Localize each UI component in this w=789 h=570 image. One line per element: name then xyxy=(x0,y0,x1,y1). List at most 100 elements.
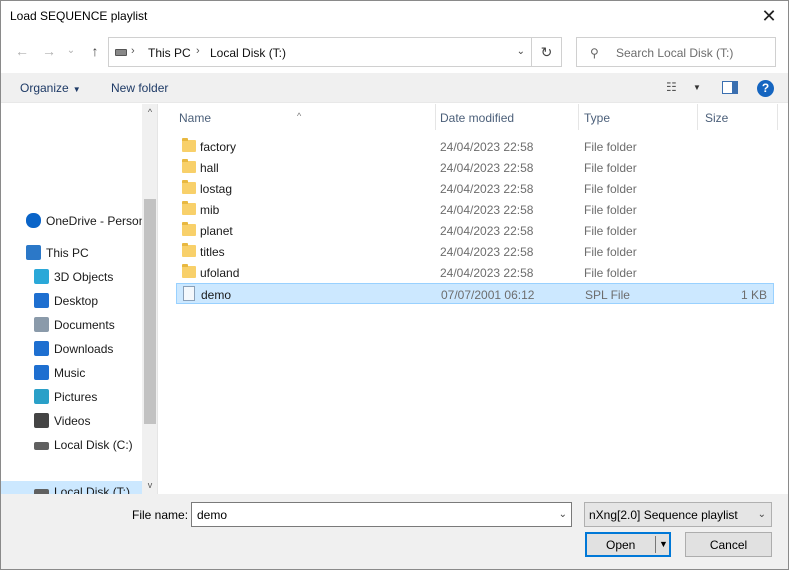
view-caret-icon[interactable]: ▼ xyxy=(693,83,701,92)
file-date-cell: 24/04/2023 22:58 xyxy=(440,182,534,196)
column-size-label: Size xyxy=(705,111,729,125)
column-header-name[interactable]: Name ^ xyxy=(159,104,436,130)
refresh-button[interactable]: ↻ xyxy=(532,37,562,67)
file-type-cell: File folder xyxy=(584,203,637,217)
file-date-cell: 24/04/2023 22:58 xyxy=(440,161,534,175)
sidebar-item-label: Music xyxy=(54,366,86,380)
search-input[interactable]: ⚲ Search Local Disk (T:) xyxy=(576,37,776,67)
file-row[interactable]: factory 24/04/2023 22:58 File folder xyxy=(176,136,774,157)
file-icon xyxy=(183,286,195,301)
file-name-cell: planet xyxy=(200,224,233,238)
file-row[interactable]: hall 24/04/2023 22:58 File folder xyxy=(176,157,774,178)
file-date-cell: 24/04/2023 22:58 xyxy=(440,140,534,154)
drive-icon xyxy=(115,49,127,56)
sidebar-item-label: Pictures xyxy=(54,390,98,404)
up-button[interactable]: ↑ xyxy=(86,42,104,60)
file-type-cell: File folder xyxy=(584,161,637,175)
sidebar-item[interactable]: Pictures xyxy=(1,386,142,408)
sidebar-item[interactable]: Desktop xyxy=(1,290,142,312)
forward-button[interactable]: → xyxy=(40,42,58,60)
file-name-label: File name: xyxy=(132,508,189,522)
file-list: Name ^ Date modified Type Size factory 24… xyxy=(159,104,788,494)
scroll-up-arrow[interactable]: ^ xyxy=(145,107,155,117)
file-row[interactable]: mib 24/04/2023 22:58 File folder xyxy=(176,199,774,220)
search-placeholder: Search Local Disk (T:) xyxy=(616,46,734,60)
open-button[interactable]: Open ▼ xyxy=(585,532,671,557)
sidebar-item[interactable]: OneDrive - Personal xyxy=(1,210,142,232)
sidebar-item[interactable]: This PC xyxy=(1,242,142,264)
breadcrumb-local-disk-t[interactable]: Local Disk (T:) xyxy=(210,46,286,60)
column-header-date[interactable]: Date modified xyxy=(436,104,578,130)
view-options-icon[interactable]: ☷ xyxy=(666,80,677,94)
sidebar-item[interactable]: Music xyxy=(1,362,142,384)
file-type-select[interactable]: nXng[2.0] Sequence playlist ⌄ xyxy=(584,502,772,527)
new-folder-button[interactable]: New folder xyxy=(111,81,168,95)
file-row[interactable]: titles 24/04/2023 22:58 File folder xyxy=(176,241,774,262)
preview-pane-icon[interactable] xyxy=(722,81,738,94)
file-name-cell: titles xyxy=(200,245,225,259)
breadcrumb-separator: › xyxy=(131,45,135,57)
close-button[interactable]: ✕ xyxy=(758,5,780,27)
folder-icon xyxy=(182,138,196,152)
sidebar-item[interactable]: Downloads xyxy=(1,338,142,360)
organize-button[interactable]: Organize ▼ xyxy=(20,81,81,95)
organize-label: Organize xyxy=(20,81,69,95)
chevron-down-icon[interactable]: ⌄ xyxy=(517,46,525,57)
file-row[interactable]: ufoland 24/04/2023 22:58 File folder xyxy=(176,262,774,283)
recent-locations-button[interactable]: ⌄ xyxy=(62,42,80,60)
file-type-cell: File folder xyxy=(584,245,637,259)
sidebar-item-label: Local Disk (C:) xyxy=(54,438,133,452)
column-divider[interactable] xyxy=(777,104,778,130)
help-icon[interactable]: ? xyxy=(757,80,774,97)
chevron-down-icon[interactable]: ⌄ xyxy=(559,509,567,520)
document-icon xyxy=(34,317,49,332)
address-bar[interactable]: › This PC › Local Disk (T:) ⌄ xyxy=(108,37,532,67)
column-header-size[interactable]: Size xyxy=(698,104,778,130)
file-row[interactable]: demo 07/07/2001 06:12 SPL File 1 KB xyxy=(176,283,774,304)
file-type-cell: File folder xyxy=(584,140,637,154)
open-label: Open xyxy=(606,538,636,552)
cancel-button[interactable]: Cancel xyxy=(685,532,772,557)
sidebar-item-label: This PC xyxy=(46,246,89,260)
caret-down-icon: ▼ xyxy=(72,85,81,94)
file-name-cell: demo xyxy=(201,288,232,302)
computer-icon xyxy=(26,245,41,260)
download-icon xyxy=(34,341,49,356)
sidebar-item[interactable]: Local Disk (C:) xyxy=(1,434,142,456)
file-type-cell: File folder xyxy=(584,182,637,196)
scroll-thumb[interactable] xyxy=(144,199,156,424)
sidebar-item-label: Local Disk (T:) xyxy=(54,485,131,494)
open-dropdown-icon[interactable]: ▼ xyxy=(659,539,668,549)
sidebar-item[interactable]: 3D Objects xyxy=(1,266,142,288)
column-header-type[interactable]: Type xyxy=(579,104,697,130)
sidebar-item[interactable]: Local Disk (T:) xyxy=(1,481,142,494)
sidebar-item[interactable]: Videos xyxy=(1,410,142,432)
split-divider xyxy=(655,536,656,553)
file-date-cell: 24/04/2023 22:58 xyxy=(440,224,534,238)
breadcrumb-this-pc[interactable]: This PC xyxy=(148,46,191,60)
back-button[interactable]: ← xyxy=(13,42,31,60)
column-date-label: Date modified xyxy=(440,111,515,125)
drive-icon xyxy=(34,442,49,450)
column-name-label: Name xyxy=(179,111,212,125)
file-row[interactable]: lostag 24/04/2023 22:58 File folder xyxy=(176,178,774,199)
file-date-cell: 24/04/2023 22:58 xyxy=(440,203,534,217)
folder-icon xyxy=(182,264,196,278)
desktop-icon xyxy=(34,293,49,308)
music-icon xyxy=(34,365,49,380)
search-icon: ⚲ xyxy=(590,46,599,60)
window-title: Load SEQUENCE playlist xyxy=(10,9,148,23)
command-bar: Organize ▼ New folder ☷ ▼ ? xyxy=(1,73,788,103)
sidebar-item[interactable]: Documents xyxy=(1,314,142,336)
scroll-down-arrow[interactable]: v xyxy=(145,480,155,490)
file-row[interactable]: planet 24/04/2023 22:58 File folder xyxy=(176,220,774,241)
folder-icon xyxy=(182,222,196,236)
sidebar-item-label: Videos xyxy=(54,414,91,428)
nav-scrollbar[interactable]: ^ v xyxy=(142,104,157,494)
file-size-cell: 1 KB xyxy=(740,288,767,302)
file-name-input[interactable]: demo ⌄ xyxy=(191,502,572,527)
title-bar: Load SEQUENCE playlist ✕ xyxy=(1,1,788,31)
file-type-cell: File folder xyxy=(584,224,637,238)
navigation-pane: OneDrive - Personal This PC 3D Objects Desk… xyxy=(1,104,158,494)
cancel-label: Cancel xyxy=(709,538,748,552)
